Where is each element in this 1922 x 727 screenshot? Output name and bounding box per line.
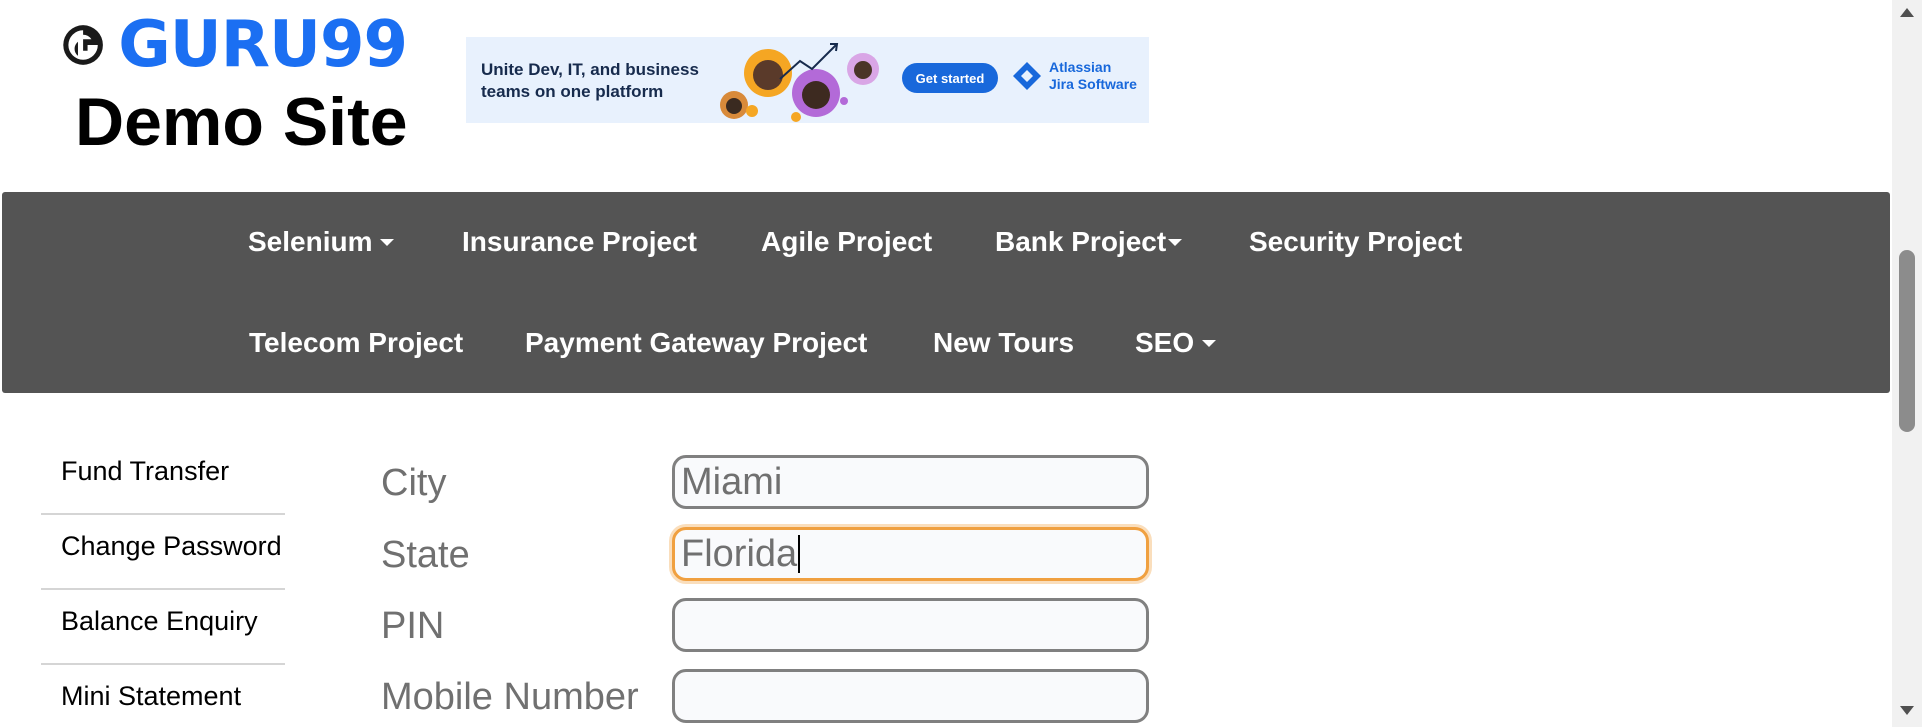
- nav-item-label: Selenium: [248, 226, 373, 257]
- nav-item-selenium[interactable]: Selenium: [248, 226, 395, 257]
- nav-item-label: New Tours: [933, 327, 1075, 358]
- logo-text: GURU99: [118, 8, 408, 82]
- ad-brand-name: Atlassian: [1049, 59, 1112, 75]
- sidebar-item-balance-enquiry[interactable]: Balance Enquiry: [41, 590, 285, 665]
- guru99-logo[interactable]: GURU99: [62, 8, 408, 82]
- nav-item-label: Agile Project: [761, 226, 933, 257]
- ad-illustration: [720, 43, 879, 122]
- scroll-down-arrow-icon[interactable]: [1900, 706, 1914, 715]
- sidebar-item-fund-transfer[interactable]: Fund Transfer: [41, 440, 285, 515]
- ad-brand: Atlassian Jira Software: [1011, 59, 1137, 93]
- city-input-value: Miami: [681, 461, 783, 503]
- nav-item-label: SEO: [1135, 327, 1195, 358]
- nav-item-payment-gateway-project[interactable]: Payment Gateway Project: [525, 329, 867, 357]
- sidebar-menu: Fund Transfer Change Password Balance En…: [41, 440, 285, 727]
- state-input-value: Florida: [681, 533, 798, 575]
- sidebar-item-mini-statement[interactable]: Mini Statement: [41, 665, 285, 727]
- state-label: State: [381, 534, 470, 576]
- ad-brand-text: Atlassian Jira Software: [1049, 59, 1137, 93]
- city-input[interactable]: Miami: [672, 455, 1149, 509]
- site-title: Demo Site: [75, 84, 408, 160]
- nav-item-seo[interactable]: SEO: [1135, 327, 1217, 358]
- ad-banner[interactable]: Unite Dev, IT, and business teams on one…: [466, 37, 1149, 123]
- pin-label: PIN: [381, 605, 445, 647]
- mobile-number-input[interactable]: [672, 669, 1149, 723]
- vertical-scrollbar[interactable]: [1892, 0, 1922, 727]
- caret-down-icon: [1168, 238, 1183, 246]
- caret-down-icon: [380, 238, 395, 246]
- ad-headline: Unite Dev, IT, and business teams on one…: [481, 60, 699, 101]
- pin-input[interactable]: [672, 598, 1149, 652]
- nav-item-label: Security Project: [1249, 226, 1463, 257]
- scroll-up-arrow-icon[interactable]: [1900, 8, 1914, 17]
- text-cursor: [798, 535, 801, 573]
- mobile-number-label: Mobile Number: [381, 676, 639, 718]
- jira-icon: [1013, 62, 1041, 90]
- page: GURU99 Demo Site Unite Dev, IT, and busi…: [0, 0, 1922, 727]
- main-navbar: Selenium Insurance Project Agile Project…: [2, 192, 1890, 393]
- ad-brand-product: Jira Software: [1049, 76, 1137, 92]
- nav-item-label: Bank Project: [995, 226, 1167, 257]
- caret-down-icon: [1202, 339, 1217, 347]
- nav-item-new-tours[interactable]: New Tours: [933, 329, 1074, 357]
- nav-item-bank-project[interactable]: Bank Project: [995, 226, 1183, 257]
- nav-item-insurance-project[interactable]: Insurance Project: [462, 228, 697, 256]
- nav-item-label: Telecom Project: [249, 327, 464, 358]
- state-input[interactable]: Florida: [672, 527, 1149, 581]
- guru99-logo-icon: [63, 25, 103, 65]
- nav-item-security-project[interactable]: Security Project: [1249, 228, 1462, 256]
- scroll-thumb[interactable]: [1899, 250, 1915, 432]
- nav-item-label: Payment Gateway Project: [525, 327, 868, 358]
- nav-item-telecom-project[interactable]: Telecom Project: [249, 329, 463, 357]
- nav-item-label: Insurance Project: [462, 226, 697, 257]
- city-label: City: [381, 462, 447, 504]
- nav-item-agile-project[interactable]: Agile Project: [761, 228, 932, 256]
- sidebar-item-change-password[interactable]: Change Password: [41, 515, 285, 590]
- ad-get-started-button[interactable]: Get started: [902, 63, 998, 93]
